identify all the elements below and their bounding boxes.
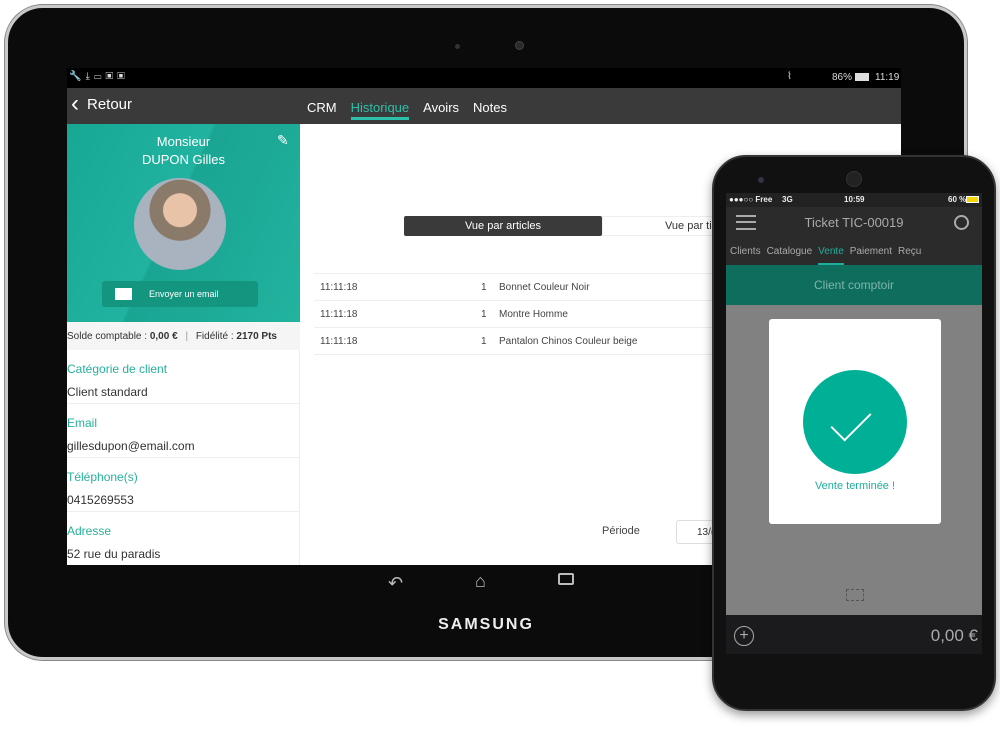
wifi-icon: ⌇ bbox=[787, 71, 792, 82]
row-qty: 1 bbox=[481, 309, 487, 320]
tab-notes[interactable]: Notes bbox=[473, 100, 507, 120]
battery-icon bbox=[855, 73, 869, 81]
balance-label: Solde comptable : bbox=[67, 331, 148, 342]
tab-crm[interactable]: CRM bbox=[307, 100, 337, 120]
phone-status-bar: ●●●○○ Free 3G 10:59 60 % bbox=[726, 193, 982, 207]
phone-tabs: Clients Catalogue Vente Paiement Reçu bbox=[726, 239, 982, 265]
camera-icon bbox=[515, 41, 524, 50]
period-label: Période bbox=[602, 525, 640, 537]
add-plus-icon[interactable]: + bbox=[734, 626, 754, 646]
carrier: ●●●○○ Free bbox=[729, 195, 773, 204]
phone-clock: 10:59 bbox=[844, 195, 865, 204]
app-header: ‹ Retour CRM Historique Avoirs Notes bbox=[67, 88, 901, 124]
network: 3G bbox=[782, 195, 793, 204]
nav-home-icon[interactable]: ⌂ bbox=[475, 571, 486, 592]
nav-back-icon[interactable]: ↶ bbox=[388, 573, 403, 594]
loyalty-value: 2170 Pts bbox=[236, 331, 277, 342]
phone-screen: ●●●○○ Free 3G 10:59 60 % Ticket TIC-0001… bbox=[726, 193, 982, 618]
row-item: Pantalon Chinos Couleur beige bbox=[499, 336, 638, 347]
phone-device: ●●●○○ Free 3G 10:59 60 % Ticket TIC-0001… bbox=[712, 155, 996, 711]
clock: 11:19 bbox=[875, 72, 900, 83]
row-qty: 1 bbox=[481, 336, 487, 347]
front-camera-icon bbox=[758, 177, 764, 183]
customer-avatar bbox=[134, 178, 226, 270]
phone-footer: + 0,00 € bbox=[726, 618, 982, 654]
total-amount: 0,00 € bbox=[930, 626, 978, 645]
success-message: Vente terminée ! bbox=[814, 480, 896, 492]
status-bar: 🔧⤓▭▣▣ ⌇ 86% 11:19 bbox=[67, 68, 901, 88]
row-item: Bonnet Couleur Noir bbox=[499, 282, 590, 293]
battery-text: 86% bbox=[832, 72, 853, 83]
tab-paiement[interactable]: Paiement bbox=[850, 246, 892, 265]
row-time: 11:11:18 bbox=[320, 282, 358, 293]
phone-header: Ticket TIC-00019 bbox=[726, 207, 982, 239]
field-category: Catégorie de client Client standard bbox=[67, 350, 299, 404]
back-label: Retour bbox=[87, 95, 133, 113]
tab-historique[interactable]: Historique bbox=[350, 100, 410, 120]
back-button[interactable]: ‹ Retour bbox=[71, 92, 132, 116]
loyalty-label: Fidélité : bbox=[195, 331, 234, 342]
field-label: Catégorie de client bbox=[67, 362, 168, 376]
field-phone: Téléphone(s) 0415269553 bbox=[67, 458, 299, 512]
view-by-articles-button[interactable]: Vue par articles bbox=[404, 216, 602, 236]
send-email-label: Envoyer un email bbox=[149, 289, 219, 299]
field-value: gillesdupon@email.com bbox=[67, 439, 195, 453]
nav-recents-icon[interactable] bbox=[558, 573, 574, 585]
ticket-title: Ticket TIC-00019 bbox=[804, 215, 904, 230]
barcode-scan-icon[interactable] bbox=[846, 589, 864, 601]
separator: | bbox=[185, 331, 189, 342]
phone-battery-text: 60 % bbox=[948, 195, 967, 204]
customer-bar[interactable]: Client comptoir bbox=[726, 265, 982, 305]
field-email: Email gillesdupon@email.com bbox=[67, 404, 299, 458]
row-time: 11:11:18 bbox=[320, 336, 358, 347]
tab-catalogue[interactable]: Catalogue bbox=[767, 246, 813, 265]
chevron-left-icon: ‹ bbox=[71, 90, 79, 117]
field-value: 0415269553 bbox=[67, 493, 134, 507]
row-time: 11:11:18 bbox=[320, 309, 358, 320]
phone-battery-icon bbox=[966, 196, 979, 203]
tabs: CRM Historique Avoirs Notes bbox=[307, 100, 507, 120]
tab-clients[interactable]: Clients bbox=[730, 246, 761, 265]
edit-pencil-icon[interactable]: ✎ bbox=[277, 132, 289, 149]
tab-vente[interactable]: Vente bbox=[818, 246, 844, 265]
customer-name: DUPON Gilles bbox=[141, 152, 226, 167]
field-label: Email bbox=[67, 416, 98, 430]
row-item: Montre Homme bbox=[499, 309, 568, 320]
tab-avoirs[interactable]: Avoirs bbox=[423, 100, 459, 120]
earpiece bbox=[846, 171, 862, 187]
field-address: Adresse 52 rue du paradis bbox=[67, 512, 299, 565]
customer-title: Monsieur bbox=[156, 134, 211, 149]
customer-card: Monsieur DUPON Gilles ✎ Envoyer un email bbox=[67, 124, 300, 322]
balance-bar: Solde comptable : 0,00 € | Fidélité : 21… bbox=[67, 322, 300, 350]
checkmark-circle-icon bbox=[803, 370, 907, 474]
field-value: Client standard bbox=[67, 385, 148, 399]
notification-icons: 🔧⤓▭▣▣ bbox=[69, 71, 129, 82]
balance-value: 0,00 € bbox=[149, 331, 178, 342]
tab-recu[interactable]: Reçu bbox=[898, 246, 921, 265]
field-label: Adresse bbox=[67, 524, 112, 538]
field-label: Téléphone(s) bbox=[67, 470, 138, 484]
customer-fields: Catégorie de client Client standard Email… bbox=[67, 350, 300, 565]
envelope-icon bbox=[115, 288, 132, 300]
field-value: 52 rue du paradis bbox=[67, 547, 161, 561]
row-qty: 1 bbox=[481, 282, 487, 293]
send-email-button[interactable]: Envoyer un email bbox=[102, 281, 258, 307]
success-dialog: Vente terminée ! bbox=[769, 319, 941, 524]
sensor-dot bbox=[455, 44, 460, 49]
clock-history-icon[interactable] bbox=[954, 215, 969, 230]
